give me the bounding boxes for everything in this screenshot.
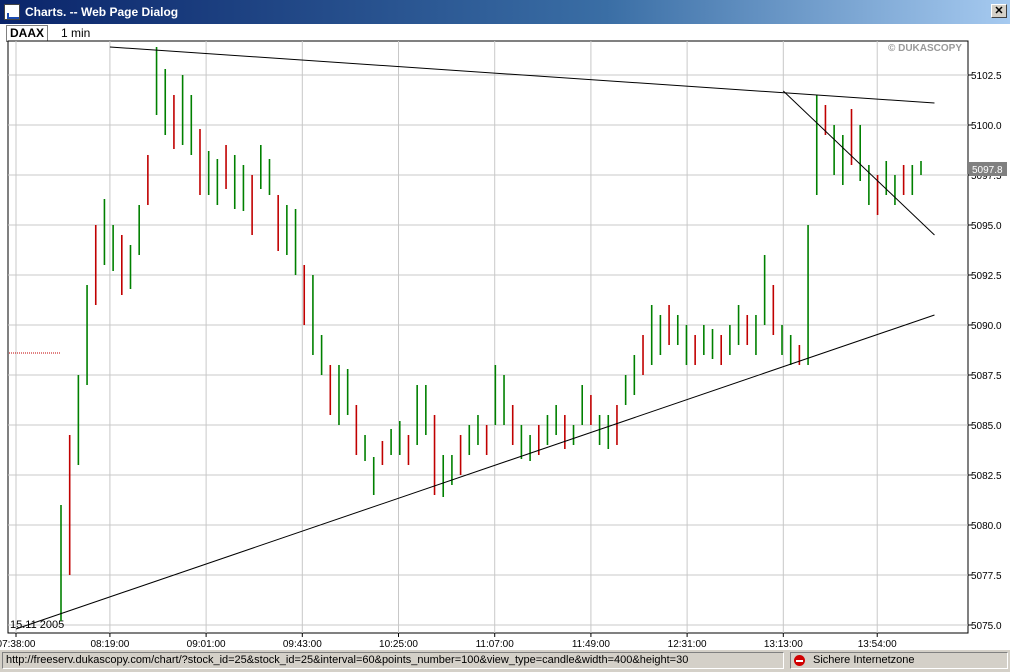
y-tick-label: 5087.5 [971, 371, 1002, 382]
security-zone: Sichere Internetzone [790, 652, 1008, 669]
x-tick-label: 07:38:00 [0, 639, 36, 649]
window-title: Charts. -- Web Page Dialog [25, 5, 179, 19]
x-tick-label: 09:01:00 [187, 639, 226, 649]
y-tick-label: 5085.0 [971, 421, 1002, 432]
y-tick-label: 5102.5 [971, 71, 1002, 82]
watermark: © DUKASCOPY [888, 43, 962, 54]
y-tick-label: 5080.0 [971, 521, 1002, 532]
y-tick-label: 5090.0 [971, 321, 1002, 332]
x-tick-label: 10:25:00 [379, 639, 418, 649]
x-tick-label: 12:31:00 [668, 639, 707, 649]
status-bar: http://freeserv.dukascopy.com/chart/?sto… [0, 649, 1010, 672]
x-tick-label: 08:19:00 [90, 639, 129, 649]
current-price-label: 5097.8 [972, 165, 1003, 176]
x-tick-label: 09:43:00 [283, 639, 322, 649]
security-zone-label: Sichere Internetzone [813, 654, 915, 666]
candlestick-chart: 5075.0 5077.5 5080.0 5082.5 5085.0 5087.5 5090… [0, 40, 1007, 649]
x-tick-label: 11:49:00 [572, 639, 611, 649]
chart-app-icon [4, 4, 20, 20]
date-label: 15.11 2005 [10, 619, 64, 631]
y-tick-label: 5082.5 [971, 471, 1002, 482]
y-tick-label: 5075.0 [971, 621, 1002, 632]
title-bar: Charts. -- Web Page Dialog ✕ [0, 0, 1010, 24]
y-tick-label: 5100.0 [971, 121, 1002, 132]
y-tick-label: 5077.5 [971, 571, 1002, 582]
status-url: http://freeserv.dukascopy.com/chart/?sto… [2, 652, 784, 669]
x-tick-label: 11:07:00 [476, 639, 515, 649]
y-tick-label: 5092.5 [971, 271, 1002, 282]
chart-area: DAAX 1 min 5075.0 5077.5 5080.0 5082.5 5085.… [0, 24, 1010, 649]
x-tick-label: 13:13:00 [764, 639, 803, 649]
x-tick-label: 13:54:00 [858, 639, 897, 649]
y-tick-label: 5095.0 [971, 221, 1002, 232]
restricted-zone-icon [794, 655, 805, 666]
close-button[interactable]: ✕ [991, 4, 1007, 18]
